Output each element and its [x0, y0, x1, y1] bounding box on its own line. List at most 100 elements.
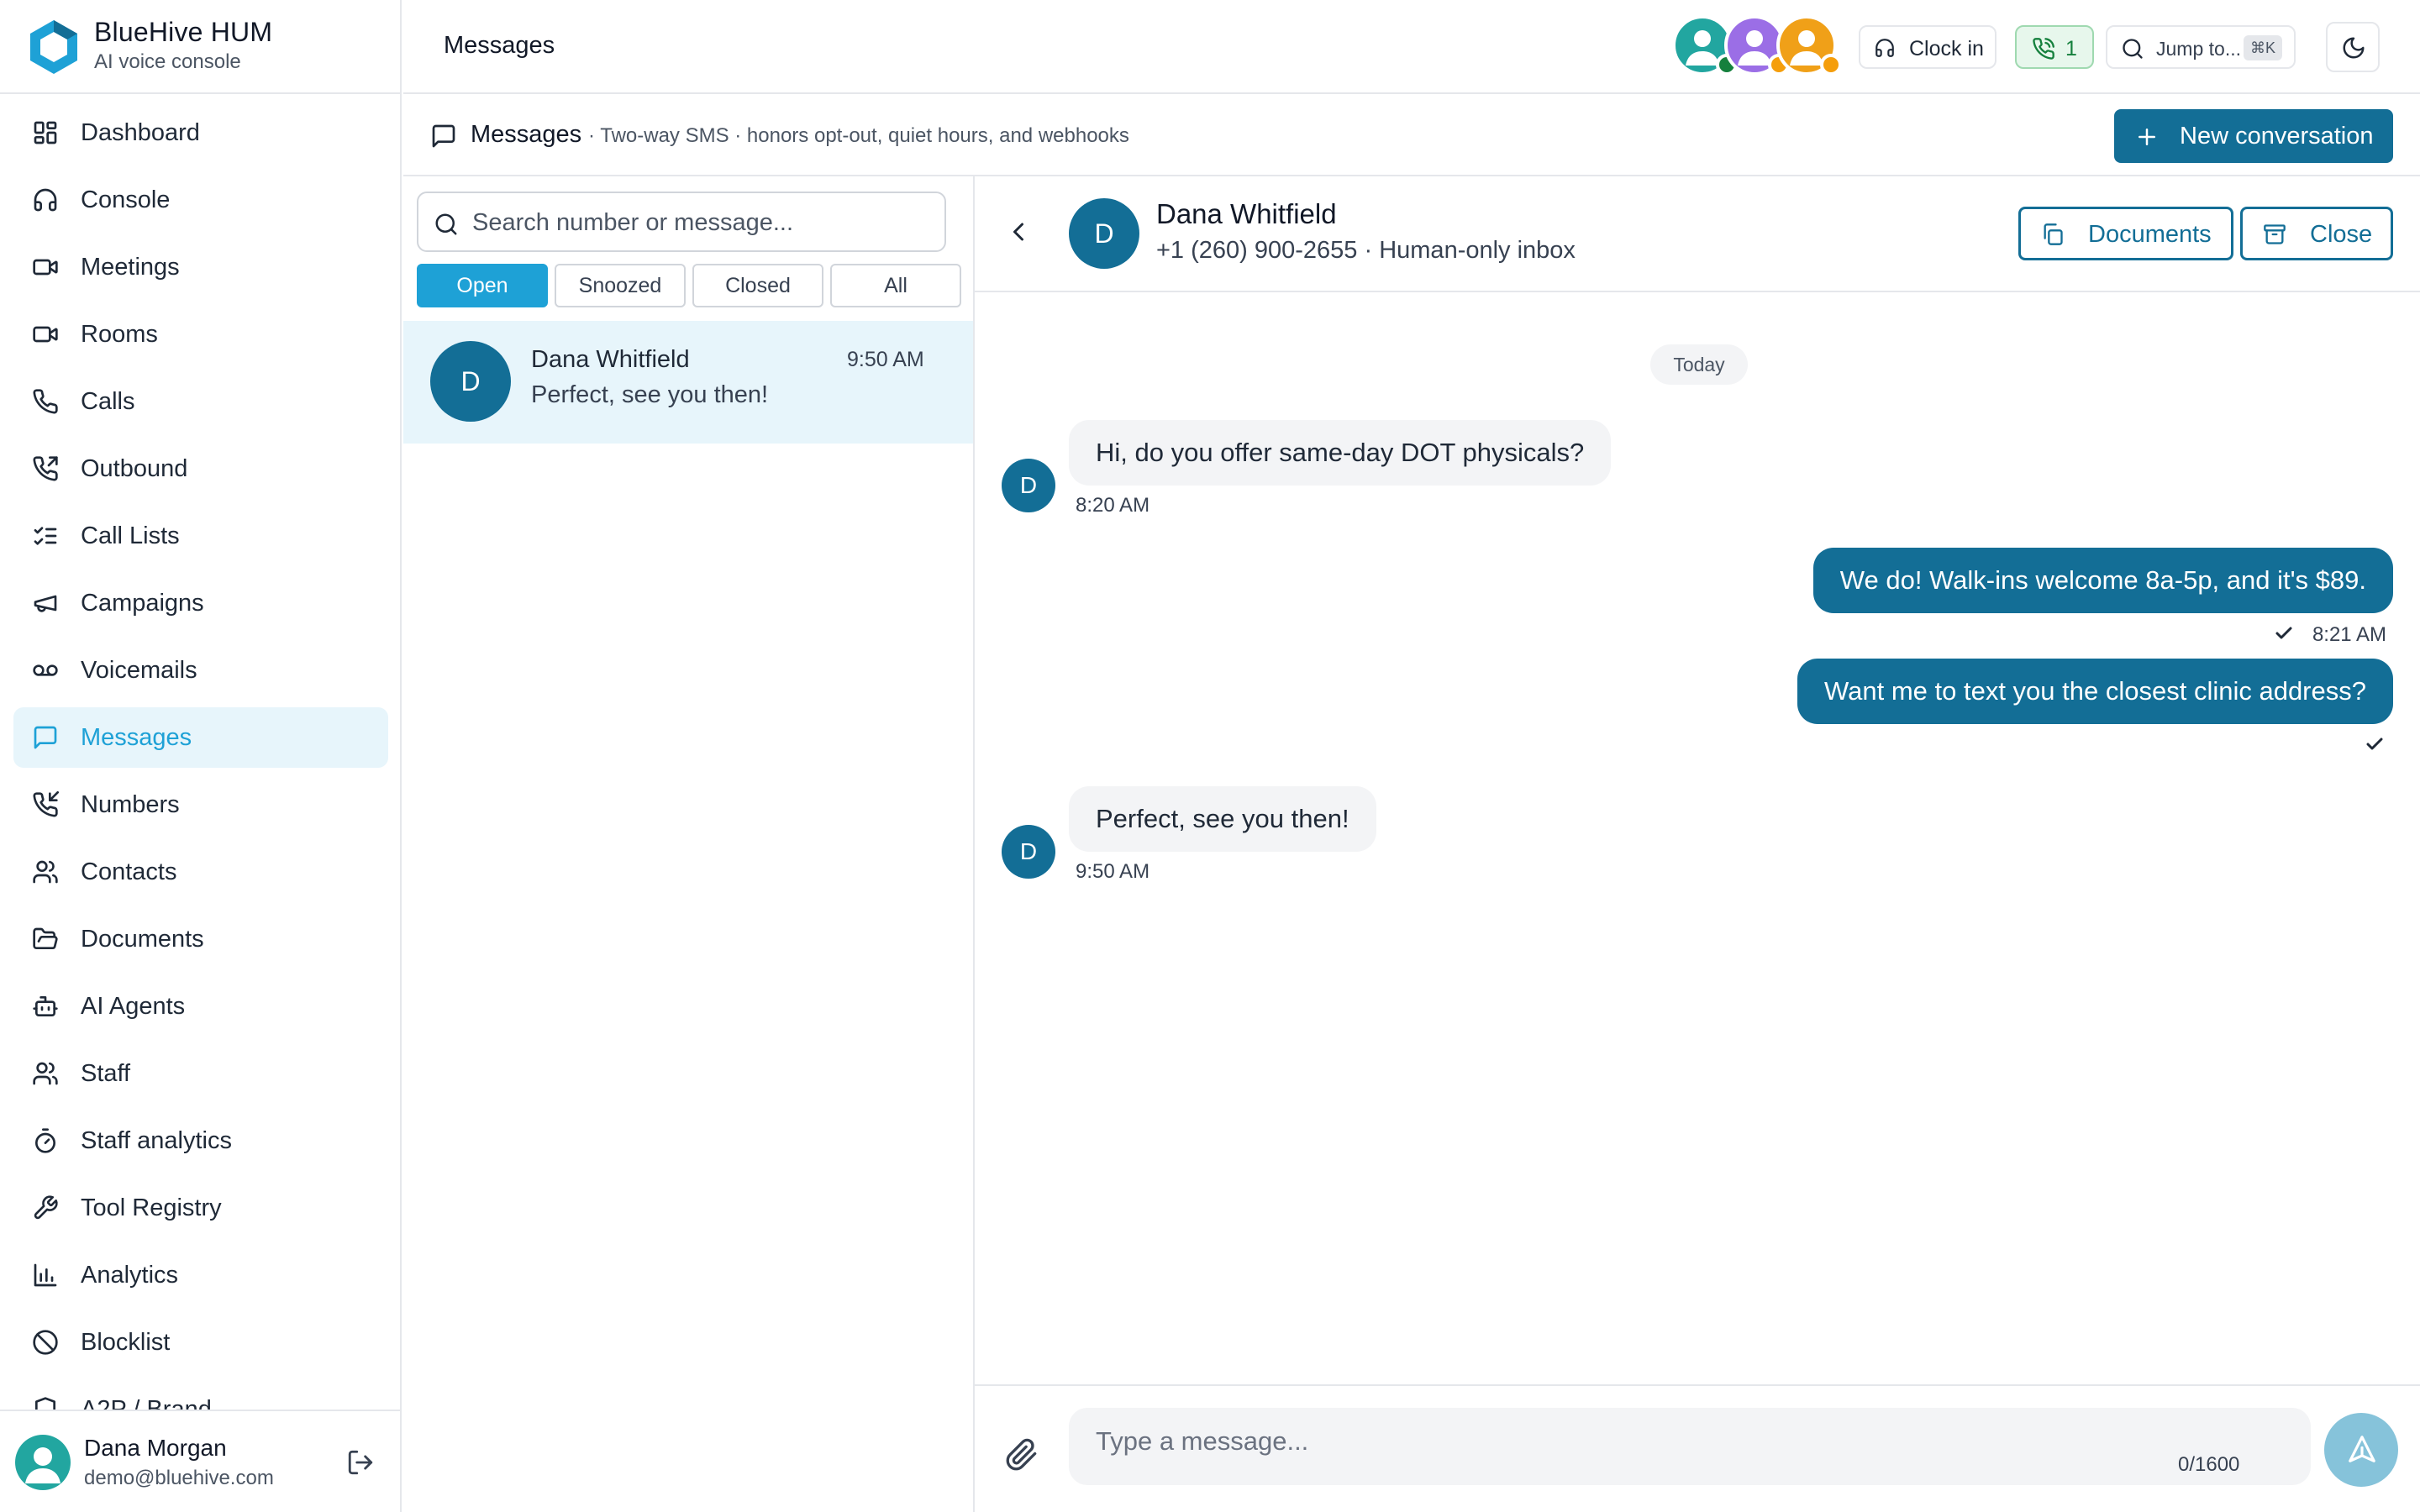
sidebar-item-label: Dashboard	[81, 119, 200, 146]
sidebar-item-messages[interactable]: Messages	[13, 707, 388, 768]
documents-button[interactable]: Documents	[2018, 207, 2233, 260]
sidebar-item-dashboard[interactable]: Dashboard	[13, 102, 388, 163]
sidebar-item-contacts[interactable]: Contacts	[13, 842, 388, 902]
active-calls-button[interactable]: 1	[2015, 25, 2094, 69]
incoming-message: Hi, do you offer same-day DOT physicals?	[1069, 420, 1612, 486]
conversation-item[interactable]: D Dana Whitfield 9:50 AM Perfect, see yo…	[403, 321, 973, 444]
sidebar-item-console[interactable]: Console	[13, 170, 388, 230]
voicemail-icon	[32, 657, 59, 684]
sidebar-item-label: Voicemails	[81, 657, 197, 684]
close-label: Close	[2310, 221, 2373, 248]
archive-icon	[2263, 223, 2286, 246]
search-icon	[434, 212, 459, 237]
phone-incoming-icon	[32, 791, 59, 818]
list-checks-icon	[32, 522, 59, 549]
avatar: D	[1069, 198, 1139, 269]
phone-outgoing-icon	[32, 455, 59, 482]
conversation-preview: Perfect, see you then!	[531, 381, 769, 408]
new-conversation-label: New conversation	[2180, 123, 2374, 150]
away-status-icon	[1820, 54, 1842, 76]
sidebar-item-blocklist[interactable]: Blocklist	[13, 1312, 388, 1373]
jump-to-button[interactable]: Jump to... ⌘K	[2106, 25, 2296, 69]
sidebar-item-documents[interactable]: Documents	[13, 909, 388, 969]
chevron-left-icon[interactable]	[1003, 217, 1034, 247]
ban-icon	[32, 1329, 59, 1356]
clock-in-button[interactable]: Clock in	[1859, 25, 1996, 69]
video-icon	[32, 254, 59, 281]
sidebar-item-label: Analytics	[81, 1262, 179, 1289]
character-counter: 0/1600	[2178, 1453, 2240, 1476]
chat-pane: D Dana Whitfield +1 (260) 900-2655 · Hum…	[975, 176, 2420, 1512]
chat-header: D Dana Whitfield +1 (260) 900-2655 · Hum…	[975, 176, 2420, 292]
delivered-check-icon	[2363, 734, 2386, 754]
sidebar-item-staff[interactable]: Staff	[13, 1043, 388, 1104]
sidebar-item-rooms[interactable]: Rooms	[13, 304, 388, 365]
user-profile: Dana Morgan demo@bluehive.com	[0, 1410, 400, 1512]
sidebar-item-voicemails[interactable]: Voicemails	[13, 640, 388, 701]
theme-toggle-button[interactable]	[2326, 22, 2380, 72]
user-name: Dana Morgan	[84, 1435, 227, 1461]
message-composer: 0/1600	[975, 1384, 2420, 1512]
search-input[interactable]	[472, 200, 934, 245]
sidebar-item-label: Outbound	[81, 455, 188, 482]
users-icon	[32, 858, 59, 885]
active-calls-count: 1	[2065, 37, 2077, 60]
sidebar-item-label: Messages	[81, 724, 192, 751]
logout-icon[interactable]	[346, 1448, 375, 1477]
sidebar-item-tool-registry[interactable]: Tool Registry	[13, 1178, 388, 1238]
brand: BlueHive HUM AI voice console	[0, 0, 400, 94]
sidebar-item-label: Meetings	[81, 254, 180, 281]
sidebar-item-label: Staff	[81, 1060, 131, 1087]
paperclip-icon[interactable]	[1005, 1438, 1039, 1472]
sidebar-item-label: Rooms	[81, 321, 158, 348]
folder-open-icon	[32, 926, 59, 953]
sidebar-item-label: Staff analytics	[81, 1127, 233, 1154]
send-button[interactable]	[2324, 1413, 2398, 1487]
contact-details: +1 (260) 900-2655 · Human-only inbox	[1156, 237, 1576, 264]
section-description: · Two-way SMS · honors opt-out, quiet ho…	[588, 124, 1129, 147]
phone-call-icon	[2032, 37, 2055, 60]
sidebar-item-label: Calls	[81, 388, 135, 415]
search-icon	[2121, 37, 2144, 60]
filter-tab-open[interactable]: Open	[417, 264, 548, 307]
sidebar-item-meetings[interactable]: Meetings	[13, 237, 388, 297]
brand-name: BlueHive HUM	[94, 17, 273, 47]
filter-tab-snoozed[interactable]: Snoozed	[555, 264, 686, 307]
send-icon	[2346, 1433, 2378, 1465]
message-square-icon	[430, 123, 457, 150]
conversation-list-pane: Open Snoozed Closed All D Dana Whitfield…	[403, 176, 975, 1512]
clock-in-label: Clock in	[1909, 37, 1984, 60]
sidebar-item-label: Console	[81, 186, 171, 213]
sidebar-item-call-lists[interactable]: Call Lists	[13, 506, 388, 566]
date-divider: Today	[1650, 344, 1748, 385]
avatar: D	[1002, 459, 1055, 512]
filter-tab-all[interactable]: All	[830, 264, 961, 307]
contact-name: Dana Whitfield	[1156, 198, 1337, 229]
sidebar-item-ai-agents[interactable]: AI Agents	[13, 976, 388, 1037]
avatar[interactable]	[15, 1435, 71, 1490]
conversation-time: 9:50 AM	[847, 348, 924, 371]
sidebar-item-label: Campaigns	[81, 590, 204, 617]
page-title: Messages	[444, 32, 555, 59]
sidebar-item-calls[interactable]: Calls	[13, 371, 388, 432]
sidebar-item-analytics[interactable]: Analytics	[13, 1245, 388, 1305]
message-input[interactable]	[1096, 1418, 2188, 1465]
filter-tab-closed[interactable]: Closed	[692, 264, 823, 307]
sidebar: BlueHive HUM AI voice console Dashboard …	[0, 0, 402, 1512]
new-conversation-button[interactable]: New conversation	[2114, 109, 2393, 163]
phone-icon	[32, 388, 59, 415]
sidebar-item-outbound[interactable]: Outbound	[13, 438, 388, 499]
sidebar-item-label: Tool Registry	[81, 1194, 222, 1221]
plus-icon	[2134, 124, 2160, 150]
section-title: Messages	[471, 121, 582, 148]
bluehive-logo-icon	[25, 17, 82, 77]
dashboard-icon	[32, 119, 59, 146]
sidebar-item-numbers[interactable]: Numbers	[13, 774, 388, 835]
delivered-check-icon	[2272, 623, 2296, 643]
close-conversation-button[interactable]: Close	[2240, 207, 2393, 260]
top-bar: Messages Clock in 1 Jump to... ⌘K	[403, 0, 2420, 94]
sidebar-item-label: Call Lists	[81, 522, 180, 549]
sidebar-item-campaigns[interactable]: Campaigns	[13, 573, 388, 633]
conversation-name: Dana Whitfield	[531, 346, 690, 373]
sidebar-item-staff-analytics[interactable]: Staff analytics	[13, 1110, 388, 1171]
